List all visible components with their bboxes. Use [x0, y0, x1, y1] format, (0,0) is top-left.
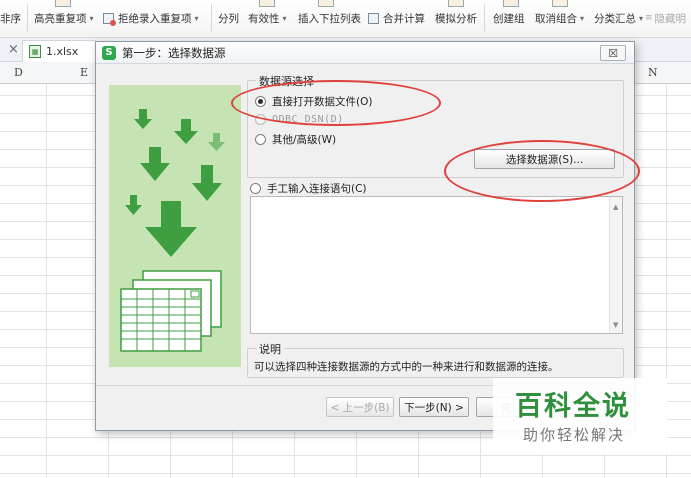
subtotal-button[interactable]: 分类汇总 ▾: [594, 8, 643, 28]
description-group: 说明 可以选择四种连接数据源的方式中的一种来进行和数据源的连接。: [247, 341, 624, 378]
select-data-source-button[interactable]: 选择数据源(S)...: [474, 149, 615, 169]
reject-duplicates-button[interactable]: 拒绝录入重复项 ▾: [103, 8, 199, 28]
radio-button[interactable]: [255, 134, 266, 145]
tab-file-1xlsx[interactable]: ▦ 1.xlsx: [22, 40, 96, 62]
previous-step-button[interactable]: < 上一步(B): [326, 397, 394, 417]
textarea-scrollbar[interactable]: ▲ ▼: [609, 197, 622, 333]
radio-manual-connection-string[interactable]: 手工输入连接语句(C): [250, 181, 367, 196]
hide-detail-button[interactable]: ≡ 隐藏明: [645, 8, 686, 28]
ungroup-button[interactable]: 取消组合 ▾: [535, 8, 584, 28]
radio-button[interactable]: [250, 183, 261, 194]
chevron-down-icon: ▾: [282, 13, 287, 23]
what-if-analysis-button[interactable]: 模拟分析: [435, 8, 477, 28]
what-if-analysis-label: 模拟分析: [435, 12, 477, 25]
ribbon-divider: [27, 4, 28, 32]
data-source-group-legend: 数据源选择: [256, 73, 317, 89]
wizard-illustration: [109, 85, 241, 367]
radio-button-selected[interactable]: [255, 96, 266, 107]
highlight-duplicates-icon: [55, 0, 71, 7]
description-text: 可以选择四种连接数据源的方式中的一种来进行和数据源的连接。: [254, 361, 559, 373]
hide-detail-label: 隐藏明: [654, 12, 687, 25]
radio-open-data-file-label: 直接打开数据文件(O): [272, 96, 373, 108]
subtotal-label: 分类汇总: [594, 12, 636, 25]
ribbon-toolbar: 非序 高亮重复项 ▾ 拒绝录入重复项 ▾ 分列 有效性 ▾ 插入下拉列表 合并计…: [0, 0, 691, 38]
dialog-title: 第一步：选择数据源: [122, 45, 226, 60]
ribbon-divider: [211, 4, 212, 32]
download-arrows-icon: [120, 109, 225, 352]
insert-dropdown-list-label: 插入下拉列表: [298, 12, 361, 25]
highlight-duplicates-label: 高亮重复项: [34, 12, 87, 25]
ribbon-sort-label: 非序: [0, 12, 21, 25]
data-source-group: 数据源选择 直接打开数据文件(O) ODBC DSN(D) 其他/高级(W) 选…: [247, 73, 624, 178]
radio-button-disabled[interactable]: [255, 114, 266, 125]
scroll-down-icon[interactable]: ▼: [613, 321, 618, 329]
radio-open-data-file[interactable]: 直接打开数据文件(O): [255, 94, 372, 109]
consolidate-button[interactable]: 合并计算: [368, 8, 425, 28]
chevron-down-icon: ▾: [639, 13, 644, 23]
next-step-button[interactable]: 下一步(N) >: [399, 397, 469, 417]
chevron-down-icon: ▾: [89, 13, 94, 23]
reject-duplicates-label: 拒绝录入重复项: [118, 12, 192, 25]
validation-icon: [259, 0, 275, 7]
scroll-up-icon[interactable]: ▲: [613, 203, 618, 211]
dialog-titlebar[interactable]: S 第一步：选择数据源 ☒: [96, 42, 634, 64]
close-button[interactable]: ☒: [600, 45, 626, 61]
group-button[interactable]: 创建组: [493, 8, 525, 28]
ungroup-label: 取消组合: [535, 12, 577, 25]
reject-duplicates-icon: [103, 12, 116, 26]
radio-odbc-dsn[interactable]: ODBC DSN(D): [255, 114, 344, 125]
text-to-columns-label: 分列: [218, 12, 239, 25]
tab-file-label: 1.xlsx: [46, 45, 79, 58]
ribbon-divider: [484, 4, 485, 32]
column-header-n[interactable]: N: [648, 66, 658, 79]
column-header-d[interactable]: D: [14, 66, 23, 79]
chevron-down-icon: ▾: [194, 13, 199, 23]
chevron-down-icon: ▾: [580, 13, 585, 23]
radio-other-advanced[interactable]: 其他/高级(W): [255, 132, 336, 147]
text-to-columns-button[interactable]: 分列: [218, 8, 239, 28]
hide-detail-icon: ≡: [645, 13, 653, 23]
wps-spreadsheet-logo-icon: S: [102, 45, 116, 60]
radio-manual-connection-string-label: 手工输入连接语句(C): [267, 183, 367, 195]
group-label: 创建组: [493, 12, 525, 25]
watermark-slogan: 助你轻松解决: [523, 426, 626, 444]
insert-dropdown-list-button[interactable]: 插入下拉列表: [298, 8, 361, 28]
validation-label: 有效性: [248, 12, 280, 25]
radio-other-advanced-label: 其他/高级(W): [272, 134, 337, 146]
column-header-e[interactable]: E: [80, 66, 88, 79]
consolidate-label: 合并计算: [383, 12, 425, 25]
highlight-duplicates-button[interactable]: 高亮重复项 ▾: [34, 8, 94, 28]
spreadsheet-file-icon: ▦: [29, 45, 41, 58]
group-icon: [503, 0, 519, 7]
ribbon-sort-button[interactable]: 非序: [0, 8, 21, 28]
insert-dropdown-list-icon: [318, 0, 334, 7]
close-tab-icon[interactable]: ×: [8, 42, 19, 57]
ungroup-icon: [552, 0, 568, 7]
connection-string-textarea[interactable]: ▲ ▼: [250, 196, 623, 334]
watermark-brand: 百科全说: [515, 391, 631, 422]
what-if-analysis-icon: [448, 0, 464, 7]
watermark-overlay: 百科全说 助你轻松解决: [493, 378, 667, 454]
data-source-wizard-dialog: S 第一步：选择数据源 ☒ 数据源选择 直接打开数据文件(O) ODBC DSN…: [95, 41, 635, 431]
consolidate-icon: [368, 12, 379, 24]
radio-odbc-dsn-label: ODBC DSN(D): [272, 114, 344, 125]
validation-button[interactable]: 有效性 ▾: [248, 8, 287, 28]
description-legend: 说明: [256, 341, 284, 357]
